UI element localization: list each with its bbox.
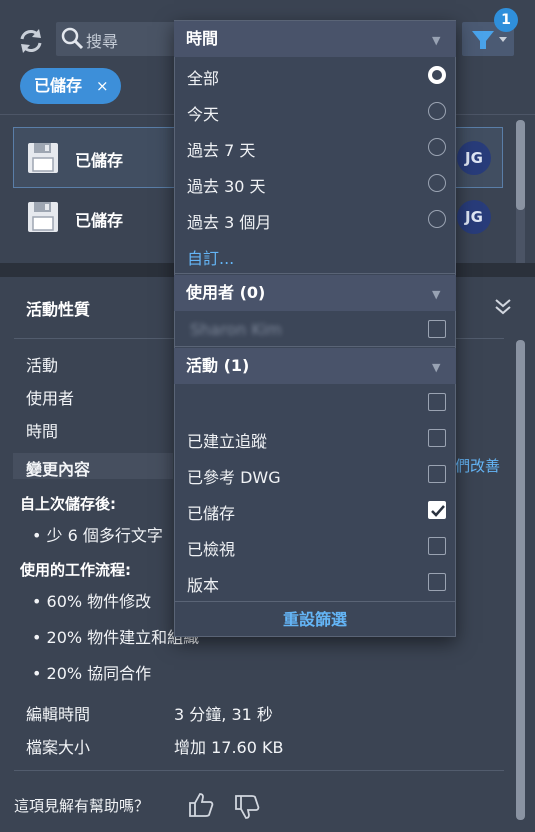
thumbs-down-icon[interactable] [232,792,262,822]
list-item: • 20% 協同合作 [32,664,152,683]
search-placeholder: 搜尋 [86,32,119,51]
caret-down-icon: ▼ [432,361,441,374]
avatar: JG [457,141,491,175]
since-last-save-heading: 自上次儲存後: [20,495,116,513]
time-option-today[interactable]: 今天 [187,101,219,125]
divider [174,346,456,347]
activity-checkbox[interactable] [428,393,446,411]
time-option-30-days[interactable]: 過去 30 天 [187,173,266,197]
helpful-question: 這項見解有幫助嗎？ [14,797,150,815]
panel-scrollbar-thumb[interactable] [516,340,525,820]
file-size-label: 檔案大小 [26,738,91,757]
prop-user-label: 使用者 [26,389,75,408]
file-size-value: 增加 17.60 KB [174,738,284,757]
radio-7-days[interactable] [428,138,446,156]
improve-link[interactable]: 們改善 [455,455,500,476]
radio-all[interactable] [428,66,446,84]
workflow-heading: 使用的工作流程: [20,561,131,579]
list-item-label: 已儲存 [75,151,124,170]
activity-option-tracking[interactable]: 已建立追蹤 [187,428,267,452]
double-chevron-icon[interactable] [490,294,516,320]
chip-close-icon[interactable]: × [96,68,109,104]
list-scrollbar-thumb[interactable] [516,120,525,210]
activity-option-saved[interactable]: 已儲存 [187,500,235,524]
reset-filter-button[interactable]: 重設篩選 [174,602,456,637]
prop-activity-label: 活動 [26,356,59,375]
list-item: • 少 6 個多行文字 [32,526,163,545]
thumbs-up-icon[interactable] [186,790,216,820]
radio-30-days[interactable] [428,174,446,192]
user-option-name[interactable]: Sharon Kim [190,320,282,339]
user-checkbox[interactable] [428,320,446,338]
floppy-disk-icon [26,141,60,175]
list-item-label: 已儲存 [75,211,124,230]
edit-time-label: 編輯時間 [26,705,91,724]
checkmark-icon [431,505,445,517]
filter-chip-label: 已儲存 [34,76,83,95]
avatar: JG [457,200,491,234]
activity-checkbox-checked[interactable] [428,501,446,519]
activity-option-version[interactable]: 版本 [187,572,219,596]
refresh-icon[interactable] [14,24,48,58]
activity-checkbox[interactable] [428,573,446,591]
radio-3-months[interactable] [428,210,446,228]
divider [14,770,504,771]
activity-section-header[interactable]: 活動 (1) [174,348,456,384]
activity-option-dwg[interactable]: 已參考 DWG [187,464,281,488]
activity-checkbox[interactable] [428,537,446,555]
time-option-7-days[interactable]: 過去 7 天 [187,137,255,161]
radio-today[interactable] [428,102,446,120]
search-icon [60,26,86,52]
caret-down-icon: ▼ [432,34,441,47]
time-section-header[interactable]: 時間 [174,21,456,57]
floppy-disk-icon [26,200,60,234]
prop-time-label: 時間 [26,422,59,441]
activity-checkbox[interactable] [428,465,446,483]
changes-title: 變更內容 [26,460,91,479]
edit-time-value: 3 分鐘, 31 秒 [174,705,273,724]
divider [174,273,456,274]
time-option-3-months[interactable]: 過去 3 個月 [187,209,271,233]
activity-checkbox[interactable] [428,429,446,447]
filter-count-badge: 1 [494,8,518,32]
custom-range-link[interactable]: 自訂... [187,245,234,269]
caret-down-icon: ▼ [432,288,441,301]
list-item: • 60% 物件修改 [32,592,152,611]
activity-option-viewed[interactable]: 已檢視 [187,536,235,560]
time-option-all[interactable]: 全部 [187,65,219,89]
user-section-header[interactable]: 使用者 (0) [174,275,456,311]
activity-properties-title: 活動性質 [26,300,91,319]
